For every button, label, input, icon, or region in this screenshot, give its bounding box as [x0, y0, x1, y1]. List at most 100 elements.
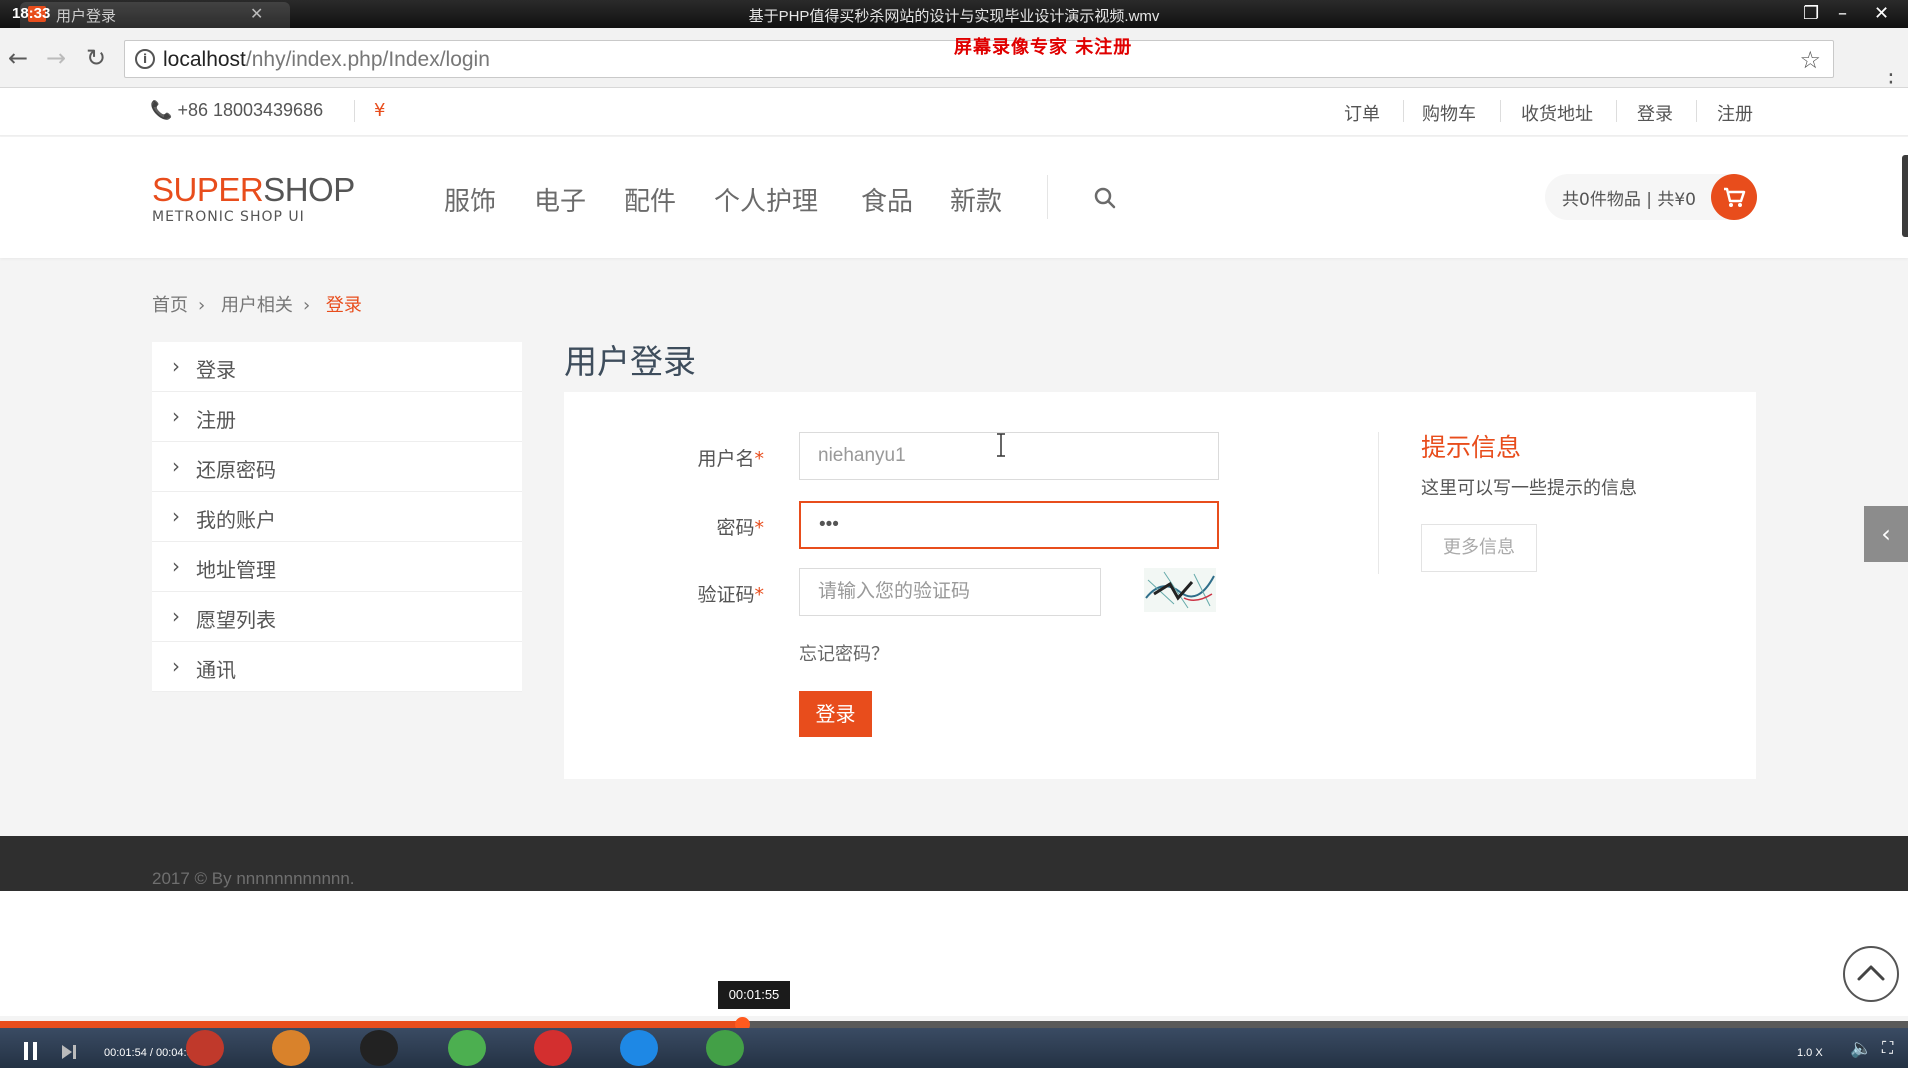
chevron-right-icon: › [172, 354, 180, 378]
chevron-up-icon [1857, 965, 1885, 981]
password-label: 密码* [644, 513, 764, 540]
bookmark-star-icon[interactable]: ☆ [1799, 46, 1821, 74]
nav-electronics[interactable]: 电子 [534, 181, 586, 218]
phone-number: 📞 +86 18003439686 [150, 100, 323, 121]
sidebar-item-newsletter[interactable]: › 通讯 [152, 642, 522, 692]
back-icon[interactable]: ← [8, 46, 28, 70]
breadcrumb-user[interactable]: 用户相关 [221, 295, 293, 316]
reload-icon[interactable]: ↻ [86, 46, 106, 70]
window-title: 基于PHP值得买秒杀网站的设计与实现毕业设计演示视频.wmv [748, 8, 1160, 25]
sidebar-item-login[interactable]: › 登录 [152, 342, 522, 392]
required-asterisk: * [754, 584, 765, 606]
taskbar-app-icon[interactable] [186, 1030, 224, 1066]
site-footer: 2017 © By nnnnnnnnnnnn. [0, 836, 1908, 891]
sidebar-item-my-account[interactable]: › 我的账户 [152, 492, 522, 542]
site-top-strip: 📞 +86 18003439686 ¥ 订单 购物车 收货地址 登录 注册 [0, 88, 1908, 136]
link-addresses[interactable]: 收货地址 [1521, 100, 1593, 126]
close-window-icon[interactable]: ✕ [1874, 3, 1889, 24]
captcha-image[interactable] [1144, 568, 1216, 612]
logo-subtitle: METRONIC SHOP UI [152, 209, 305, 225]
required-asterisk: * [754, 517, 765, 539]
sidebar-item-label: 我的账户 [196, 508, 276, 532]
nav-clothing[interactable]: 服饰 [444, 181, 496, 218]
forgot-password-link[interactable]: 忘记密码？ [799, 640, 889, 666]
breadcrumb-current: 登录 [325, 295, 362, 316]
seek-bar-fill [0, 1021, 743, 1028]
link-login[interactable]: 登录 [1637, 100, 1673, 126]
player-title-bar: 18:33 用户登录 ✕ 基于PHP值得买秒杀网站的设计与实现毕业设计演示视频.… [0, 0, 1908, 28]
required-asterisk: * [754, 448, 765, 470]
cart-button[interactable] [1711, 174, 1757, 220]
phone-text: +86 18003439686 [177, 100, 324, 120]
nav-new[interactable]: 新款 [950, 181, 1002, 218]
sidebar-item-addresses[interactable]: › 地址管理 [152, 542, 522, 592]
nav-personal-care[interactable]: 个人护理 [714, 181, 818, 218]
url-text: localhost/nhy/index.php/Index/login [163, 48, 490, 72]
info-icon[interactable]: i [135, 49, 155, 69]
taskbar-player-icon[interactable] [620, 1030, 658, 1066]
captcha-label-text: 验证码 [697, 584, 755, 606]
volume-icon[interactable]: 🔈 [1850, 1038, 1872, 1059]
recording-watermark: 屏幕录像专家 未注册 [954, 37, 1133, 58]
sidebar-item-reset-password[interactable]: › 还原密码 [152, 442, 522, 492]
scroll-to-top-button[interactable] [1843, 946, 1899, 1002]
sidebar-item-register[interactable]: › 注册 [152, 392, 522, 442]
taskbar-wechat-icon[interactable] [448, 1030, 486, 1066]
sidebar-item-label: 还原密码 [196, 458, 276, 482]
copyright-text: 2017 © By nnnnnnnnnnnn. [152, 869, 355, 888]
playback-speed[interactable]: 1.0 X [1797, 1047, 1823, 1059]
page-scrollbar-thumb[interactable] [1902, 155, 1908, 237]
taskbar-app-icon[interactable] [272, 1030, 310, 1066]
url-host: localhost [163, 48, 246, 71]
nav-food[interactable]: 食品 [861, 181, 913, 218]
chevron-right-icon: › [172, 654, 180, 678]
taskbar-app-icon[interactable] [534, 1030, 572, 1066]
sidebar-item-wishlist[interactable]: › 愿望列表 [152, 592, 522, 642]
divider [1047, 175, 1048, 219]
sidebar-item-label: 通讯 [196, 658, 236, 682]
cart-widget[interactable]: 共0件物品 | 共¥0 [1545, 174, 1757, 220]
side-panel-toggle[interactable]: ‹ [1864, 506, 1908, 562]
link-cart[interactable]: 购物车 [1422, 100, 1476, 126]
password-input[interactable]: ••• [799, 501, 1219, 549]
divider [1500, 100, 1501, 122]
more-info-button[interactable]: 更多信息 [1421, 524, 1537, 572]
link-orders[interactable]: 订单 [1344, 100, 1380, 126]
phone-icon: 📞 [150, 100, 173, 120]
page-bottom-area [0, 891, 1908, 1016]
site-logo[interactable]: SUPERSHOP METRONIC SHOP UI [152, 171, 355, 226]
breadcrumb-home[interactable]: 首页 [152, 295, 188, 316]
chevron-right-icon: › [172, 554, 180, 578]
link-register[interactable]: 注册 [1717, 100, 1753, 126]
currency-selector[interactable]: ¥ [374, 100, 385, 121]
login-button[interactable]: 登录 [799, 691, 872, 737]
login-panel: 用户名* niehanyu1 密码* ••• 验证码* 请输入您的验证码 忘记密… [564, 392, 1756, 779]
tip-title: 提示信息 [1421, 433, 1522, 462]
divider [1403, 100, 1404, 122]
cart-summary: 共0件物品 | 共¥0 [1562, 190, 1696, 210]
captcha-input[interactable]: 请输入您的验证码 [799, 568, 1101, 616]
forward-icon[interactable]: → [46, 46, 66, 70]
pause-icon[interactable] [22, 1041, 40, 1061]
username-input[interactable]: niehanyu1 [799, 432, 1219, 480]
logo-text-dark: SHOP [263, 171, 355, 208]
site-header: SUPERSHOP METRONIC SHOP UI 服饰 电子 配件 个人护理… [0, 137, 1908, 258]
divider [1616, 100, 1617, 122]
minimize-icon[interactable]: – [1838, 3, 1847, 24]
chevron-right-icon: › [172, 454, 180, 478]
account-sidebar: › 登录 › 注册 › 还原密码 › 我的账户 › 地址管理 › 愿望列表 › 通讯 [152, 342, 522, 692]
chevron-right-icon: › [172, 404, 180, 428]
seek-bar[interactable] [0, 1017, 1908, 1032]
logo-text-red: SUPER [152, 171, 264, 208]
nav-accessories[interactable]: 配件 [624, 181, 676, 218]
chevron-right-icon: › [302, 295, 311, 316]
sidebar-item-label: 注册 [196, 408, 236, 432]
taskbar-qq-icon[interactable] [360, 1030, 398, 1066]
next-icon[interactable] [60, 1043, 78, 1061]
search-icon[interactable] [1092, 185, 1118, 211]
taskbar-chrome-icon[interactable] [706, 1030, 744, 1066]
shopping-cart-icon [1724, 187, 1746, 207]
fullscreen-icon[interactable]: ⛶ [1882, 1038, 1893, 1058]
restore-icon[interactable]: ❐ [1803, 3, 1819, 24]
divider [1378, 432, 1379, 574]
